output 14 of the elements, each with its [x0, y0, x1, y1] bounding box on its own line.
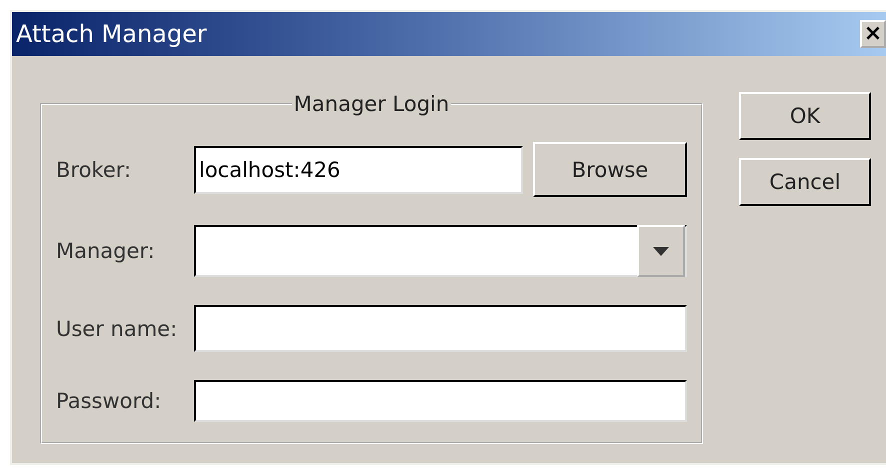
window-title: Attach Manager — [16, 20, 207, 48]
input-field[interactable] — [194, 305, 687, 352]
field-label: Broker: — [56, 158, 132, 182]
field-label: Password: — [56, 389, 162, 413]
input-field[interactable]: localhost:426 — [194, 146, 523, 194]
dialog-button[interactable]: Cancel — [739, 158, 871, 206]
field-label: User name: — [56, 316, 178, 340]
input-field[interactable] — [194, 380, 687, 422]
field-label: Manager: — [56, 239, 156, 263]
dialog-button[interactable]: OK — [739, 92, 871, 140]
close-button[interactable]: × — [860, 20, 886, 48]
group-title: Manager Login — [292, 92, 450, 116]
dropdown-field[interactable] — [194, 225, 687, 277]
browse-button[interactable]: Browse — [533, 142, 687, 197]
